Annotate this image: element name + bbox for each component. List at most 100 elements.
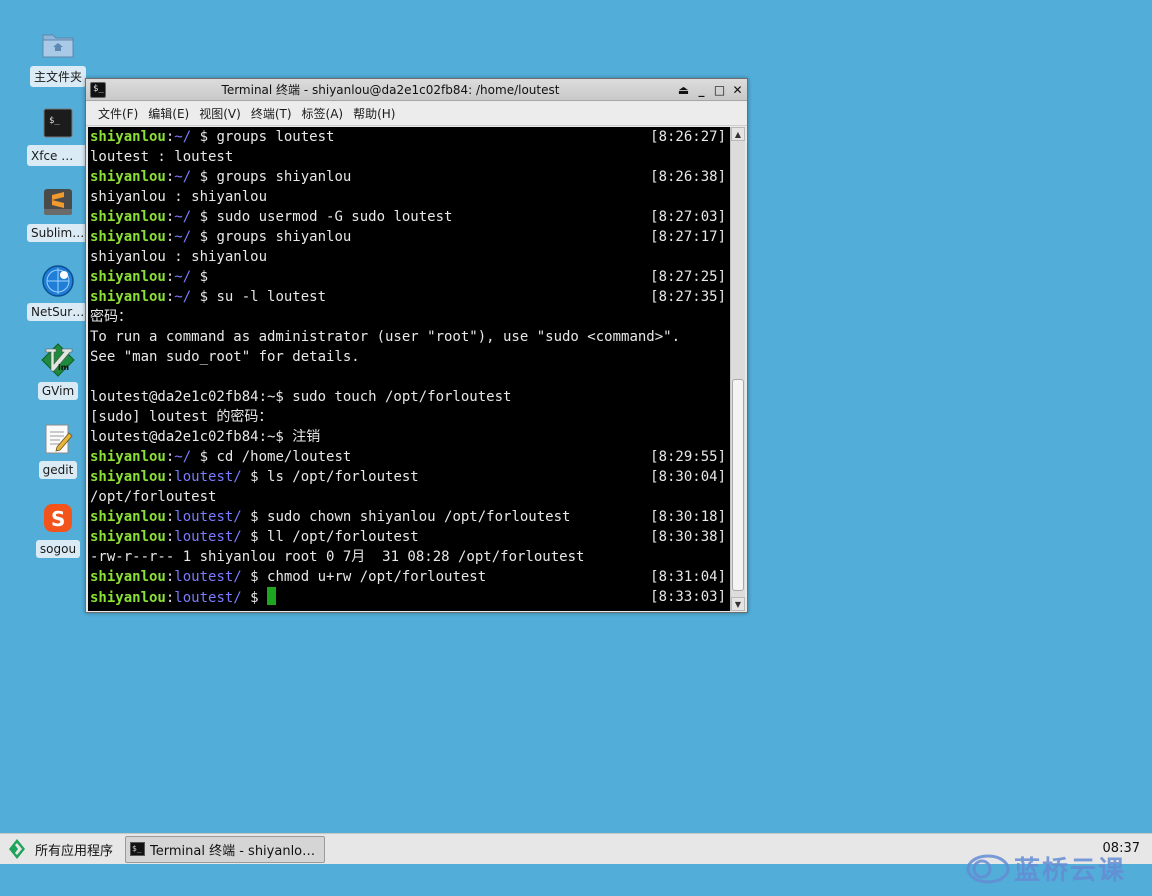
taskbar-terminal-label: Terminal 终端 - shiyanlou@da2e1c02fb84: /h… [150, 843, 320, 859]
taskbar-terminal-button[interactable]: $_ Terminal 终端 - shiyanlou@da2e1c02fb84:… [125, 835, 326, 863]
terminal-line: shiyanlou:loutest/ $ ls /opt/forloutest[… [90, 467, 730, 487]
prompt-user: shiyanlou [90, 449, 166, 465]
terminal-line: -rw-r--r-- 1 shiyanlou root 0 7月 31 08:2… [90, 547, 730, 567]
desktop-icon-label: NetSurf Web Browser [27, 303, 89, 321]
menu-tabs[interactable]: 标签(A) [297, 105, 349, 122]
output-text: loutest@da2e1c02fb84:~$ sudo touch /opt/… [90, 389, 512, 405]
desktop-icon-gedit[interactable]: gedit [22, 421, 94, 479]
terminal-line: shiyanlou:loutest/ $ sudo chown shiyanlo… [90, 507, 730, 527]
terminal-icon: $_ [130, 842, 146, 856]
terminal-line: To run a command as administrator (user … [90, 327, 730, 347]
terminal-line: shiyanlou:~/ $ sudo usermod -G sudo lout… [90, 207, 730, 227]
output-text: loutest : loutest [90, 149, 234, 165]
terminal-app-icon[interactable]: $_ [90, 81, 106, 98]
window-title: Terminal 终端 - shiyanlou@da2e1c02fb84: /h… [221, 83, 560, 97]
menu-file[interactable]: 文件(F) [93, 105, 143, 122]
command-text: $ groups shiyanlou [191, 169, 352, 185]
applications-menu-label: 所有应用程序 [35, 843, 114, 859]
prompt-timestamp: [8:30:18] [650, 509, 726, 525]
terminal-line: shiyanlou:~/ $ groups loutest [8:26:27] [90, 127, 730, 147]
terminal-window[interactable]: $_ Terminal 终端 - shiyanlou@da2e1c02fb84:… [85, 78, 748, 613]
prompt-timestamp: [8:27:35] [650, 289, 726, 305]
scroll-up-arrow-icon[interactable]: ▲ [731, 127, 745, 141]
prompt-path: loutest/ [174, 529, 242, 545]
command-text: $ sudo usermod -G sudo loutest [191, 209, 453, 225]
terminal-line: loutest@da2e1c02fb84:~$ sudo touch /opt/… [90, 387, 730, 407]
svg-text:S: S [51, 507, 65, 531]
terminal-line: shiyanlou:loutest/ $ [8:33:03] [90, 587, 730, 607]
prompt-timestamp: [8:30:38] [650, 529, 726, 545]
desktop-icon-netsurf[interactable]: NetSurf Web Browser [22, 263, 94, 321]
desktop-icon-label: gedit [38, 461, 78, 479]
command-text: $ ll /opt/forloutest [241, 529, 419, 545]
terminal-line: [sudo] loutest 的密码： [90, 407, 730, 427]
prompt-path: loutest/ [174, 469, 242, 485]
sogou-icon: S [40, 500, 76, 536]
terminal-line: shiyanlou:~/ $ groups shiyanlou [8:27:17] [90, 227, 730, 247]
prompt-user: shiyanlou [90, 209, 166, 225]
prompt-path: ~/ [174, 169, 192, 185]
command-text: $ sudo chown shiyanlou /opt/forloutest [241, 509, 571, 525]
desktop-icon-sogou[interactable]: S sogou [22, 500, 94, 558]
prompt-path: loutest/ [174, 509, 242, 525]
prompt-timestamp: [8:29:55] [650, 449, 726, 465]
desktop-icon-terminal[interactable]: $_ Xfce 终端 [22, 105, 94, 166]
menu-help[interactable]: 帮助(H) [348, 105, 400, 122]
sublime-icon [40, 184, 76, 220]
output-text: See "man sudo_root" for details. [90, 349, 360, 365]
scroll-down-arrow-icon[interactable]: ▼ [731, 597, 745, 611]
maximize-button[interactable]: □ [711, 81, 728, 98]
applications-menu-button[interactable]: 所有应用程序 [0, 834, 121, 864]
menu-view[interactable]: 视图(V) [194, 105, 246, 122]
output-text: shiyanlou : shiyanlou [90, 249, 268, 265]
terminal-line: shiyanlou : shiyanlou [90, 187, 730, 207]
scrollbar-thumb[interactable] [732, 379, 744, 591]
desktop-icon-label: Xfce 终端 [27, 145, 89, 166]
prompt-timestamp: [8:26:38] [650, 169, 726, 185]
prompt-path: ~/ [174, 269, 192, 285]
shade-button[interactable]: ⏏ [675, 81, 692, 98]
output-text: [sudo] loutest 的密码： [90, 409, 273, 425]
prompt-user: shiyanlou [90, 269, 166, 285]
gedit-icon [40, 421, 76, 457]
menubar: 文件(F) 编辑(E) 视图(V) 终端(T) 标签(A) 帮助(H) [86, 102, 747, 126]
prompt-path: ~/ [174, 449, 192, 465]
terminal-scrollbar[interactable]: ▲ ▼ [730, 127, 745, 611]
output-text: shiyanlou : shiyanlou [90, 189, 268, 205]
desktop-icon-gvim[interactable]: im GVim [22, 342, 94, 400]
output-text: 密码： [90, 309, 132, 325]
window-titlebar[interactable]: $_ Terminal 终端 - shiyanlou@da2e1c02fb84:… [86, 79, 747, 101]
desktop-icon-label: GVim [37, 382, 79, 400]
prompt-path: ~/ [174, 129, 192, 145]
terminal-line: /opt/forloutest [90, 487, 730, 507]
terminal-icon: $_ [40, 105, 76, 141]
svg-text:im: im [58, 363, 69, 372]
terminal-output[interactable]: shiyanlou:~/ $ groups loutest [8:26:27] lo… [88, 127, 730, 611]
terminal-line: 密码： [90, 307, 730, 327]
desktop-icon-label: sogou [35, 540, 81, 558]
terminal-cursor [267, 587, 277, 605]
close-button[interactable]: ✕ [729, 81, 746, 98]
desktop-icon-sublime[interactable]: Sublime Text [22, 184, 94, 242]
prompt-user: shiyanlou [90, 509, 166, 525]
prompt-timestamp: [8:27:25] [650, 269, 726, 285]
prompt-path: loutest/ [174, 590, 242, 606]
watermark: 蓝桥云课 [966, 850, 1126, 887]
prompt-timestamp: [8:27:17] [650, 229, 726, 245]
menu-terminal[interactable]: 终端(T) [246, 105, 297, 122]
terminal-line: shiyanlou:~/ $ cd /home/loutest [8:29:55] [90, 447, 730, 467]
gvim-icon: im [40, 342, 76, 378]
command-text: $ chmod u+rw /opt/forloutest [241, 569, 487, 585]
minimize-button[interactable]: _ [693, 81, 710, 98]
menu-edit[interactable]: 编辑(E) [143, 105, 194, 122]
watermark-text: 蓝桥云课 [1014, 856, 1127, 886]
desktop-icon-label: 主文件夹 [29, 66, 86, 87]
terminal-line: See "man sudo_root" for details. [90, 347, 730, 367]
terminal-line: shiyanlou:loutest/ $ chmod u+rw /opt/for… [90, 567, 730, 587]
command-text: $ su -l loutest [191, 289, 327, 305]
command-text: $ [191, 269, 209, 285]
desktop-icon-home[interactable]: 主文件夹 [22, 26, 94, 87]
terminal-line: loutest@da2e1c02fb84:~$ 注销 [90, 427, 730, 447]
prompt-user: shiyanlou [90, 569, 166, 585]
